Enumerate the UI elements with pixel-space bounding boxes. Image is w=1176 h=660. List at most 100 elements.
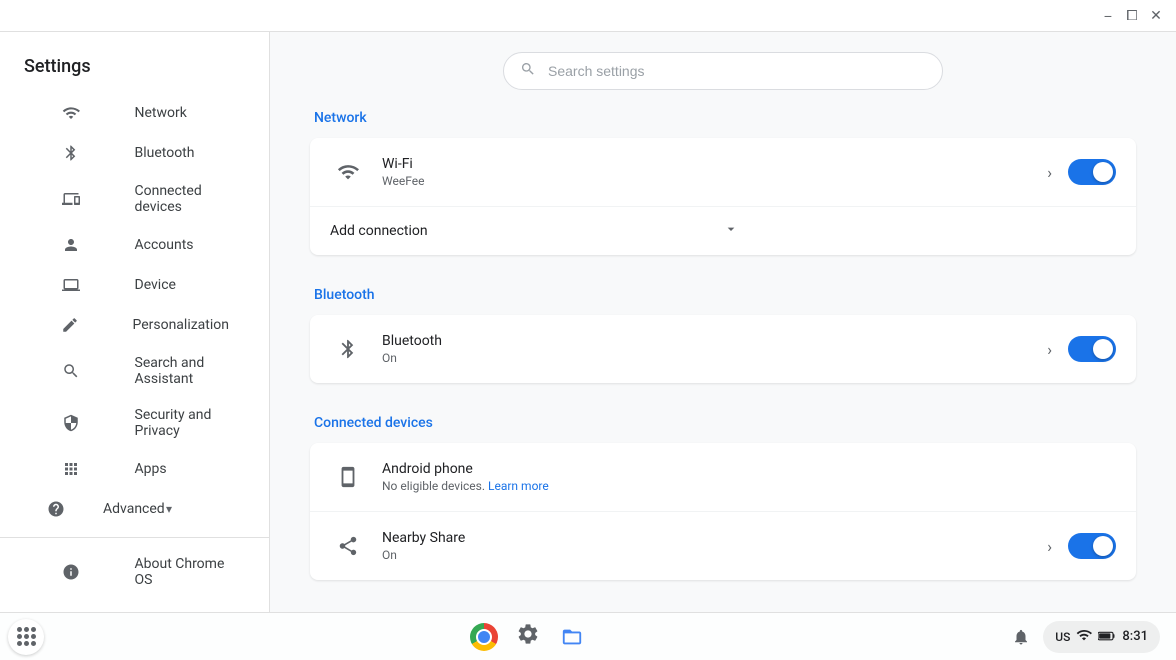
app-container: Settings Network Bluetooth Connected dev… [0,32,1176,612]
bluetooth-arrow-icon: › [1047,340,1052,359]
sidebar-item-personalization-label: Personalization [132,317,229,333]
bluetooth-card: Bluetooth On › [310,315,1136,383]
sidebar-item-accounts[interactable]: Accounts [0,225,253,265]
sidebar-item-device[interactable]: Device [0,265,253,305]
add-connection-label: Add connection [330,223,723,239]
language-indicator: US [1055,630,1070,644]
launcher-grid-icon [17,627,36,646]
search-input[interactable] [548,63,926,79]
android-phone-row[interactable]: Android phone No eligible devices. Learn… [310,443,1136,512]
nearby-share-title: Nearby Share [382,530,1047,546]
taskbar-left [8,619,48,655]
sidebar-item-bluetooth-label: Bluetooth [135,145,230,161]
maximize-button[interactable]: ⧠ [1120,4,1144,28]
notifications-button[interactable] [1007,623,1035,651]
shield-icon [24,413,119,433]
sidebar-item-search-assistant[interactable]: Search and Assistant [0,345,253,397]
sidebar-item-network-label: Network [135,105,230,121]
nearby-share-status: On [382,548,1047,562]
devices-icon [24,189,119,209]
advanced-icon [24,499,87,519]
android-phone-text: Android phone No eligible devices. Learn… [382,461,1116,493]
wifi-icon [24,103,119,123]
taskbar-right: US 8:31 [1007,621,1168,653]
files-icon [559,626,585,648]
bluetooth-item-icon [330,331,366,367]
apps-icon [24,459,119,479]
sidebar-item-security-privacy[interactable]: Security and Privacy [0,397,253,449]
close-button[interactable]: ✕ [1144,4,1168,28]
wifi-status-icon [1076,627,1092,647]
sidebar-item-apps[interactable]: Apps [0,449,253,489]
wifi-subtitle: WeeFee [382,174,1047,188]
android-phone-subtitle-text: No eligible devices. [382,479,485,493]
search-bar[interactable] [503,52,943,90]
add-connection-row[interactable]: Add connection [310,207,1136,255]
nearby-share-arrow-icon: › [1047,537,1052,556]
wifi-item-icon [330,154,366,190]
sidebar-item-connected-devices[interactable]: Connected devices [0,173,253,225]
wifi-toggle[interactable] [1068,159,1116,185]
bluetooth-toggle[interactable] [1068,336,1116,362]
laptop-icon [24,275,119,295]
sidebar-item-personalization[interactable]: Personalization [0,305,253,345]
info-icon [24,562,119,582]
person-icon [24,235,119,255]
wifi-title: Wi-Fi [382,156,1047,172]
network-section-title: Network [310,110,1136,126]
bluetooth-row[interactable]: Bluetooth On › [310,315,1136,383]
advanced-chevron-icon: ▾ [166,502,229,516]
sidebar-item-accounts-label: Accounts [135,237,230,253]
android-phone-learn-more-link[interactable]: Learn more [488,479,549,493]
wifi-row[interactable]: Wi-Fi WeeFee › [310,138,1136,207]
settings-taskbar-icon [516,622,540,652]
nearby-share-toggle[interactable] [1068,533,1116,559]
network-card: Wi-Fi WeeFee › Add connection [310,138,1136,255]
search-container [310,32,1136,110]
bluetooth-status: On [382,351,1047,365]
sidebar-item-search-assistant-label: Search and Assistant [135,355,230,387]
nearby-share-row[interactable]: Nearby Share On › [310,512,1136,580]
bluetooth-section-title: Bluetooth [310,287,1136,303]
connected-devices-section: Connected devices Android phone No eligi… [310,415,1136,580]
taskbar-center [48,617,1007,657]
settings-app-button[interactable] [508,617,548,657]
sidebar-item-advanced[interactable]: Advanced ▾ [0,489,253,529]
sidebar-divider [0,537,269,538]
sidebar-item-advanced-label: Advanced [103,501,166,517]
edit-icon [24,315,116,335]
sidebar-item-about-label: About Chrome OS [135,556,230,588]
bluetooth-icon [24,143,119,163]
nearby-share-icon [330,528,366,564]
network-section: Network Wi-Fi WeeFee › Add connecti [310,110,1136,255]
nearby-share-text: Nearby Share On [382,530,1047,562]
system-tray-button[interactable]: US 8:31 [1043,621,1160,653]
add-connection-chevron-icon [723,221,1116,241]
sidebar-item-bluetooth[interactable]: Bluetooth [0,133,253,173]
search-icon [520,61,536,81]
android-phone-icon [330,459,366,495]
search-nav-icon [24,361,119,381]
chrome-app-button[interactable] [464,617,504,657]
main-content: Network Wi-Fi WeeFee › Add connecti [270,32,1176,612]
bluetooth-title: Bluetooth [382,333,1047,349]
sidebar: Settings Network Bluetooth Connected dev… [0,32,270,612]
sidebar-item-about[interactable]: About Chrome OS [0,546,253,598]
taskbar: US 8:31 [0,612,1176,660]
sidebar-item-device-label: Device [135,277,230,293]
wifi-item-text: Wi-Fi WeeFee [382,156,1047,188]
sidebar-title: Settings [0,48,269,93]
sidebar-item-apps-label: Apps [135,461,230,477]
bluetooth-item-text: Bluetooth On [382,333,1047,365]
chrome-icon [470,623,498,651]
sidebar-item-network[interactable]: Network [0,93,253,133]
android-phone-title: Android phone [382,461,1116,477]
clock-display: 8:31 [1122,629,1148,644]
wifi-arrow-icon: › [1047,163,1052,182]
connected-devices-section-title: Connected devices [310,415,1136,431]
sidebar-item-security-privacy-label: Security and Privacy [135,407,230,439]
minimize-button[interactable]: − [1096,4,1120,28]
files-app-button[interactable] [552,617,592,657]
android-phone-subtitle: No eligible devices. Learn more [382,479,1116,493]
launcher-button[interactable] [8,619,44,655]
